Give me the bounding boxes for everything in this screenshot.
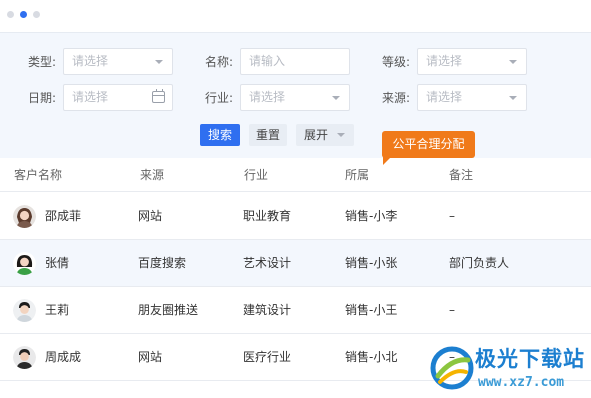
customer-owner: 销售-小北 — [345, 350, 398, 364]
calendar-icon — [152, 89, 165, 103]
column-header-customer[interactable]: 客户名称 — [14, 168, 62, 182]
reset-button[interactable]: 重置 — [249, 124, 287, 146]
chevron-down-icon — [509, 60, 517, 64]
column-header-note[interactable]: 备注 — [449, 168, 473, 182]
chevron-down-icon — [337, 133, 345, 137]
level-select-value: 请选择 — [426, 54, 463, 68]
customer-name: 张倩 — [45, 256, 70, 270]
customer-note: – — [449, 209, 455, 223]
date-picker[interactable]: 请选择 — [63, 84, 173, 111]
tooltip-pointer — [383, 157, 391, 165]
type-select[interactable]: 请选择 — [63, 48, 173, 75]
customer-note: – — [449, 303, 455, 317]
column-header-source[interactable]: 来源 — [140, 168, 164, 182]
column-header-owner[interactable]: 所属 — [345, 168, 369, 182]
date-label: 日期: — [28, 91, 57, 105]
avatar — [13, 299, 36, 322]
industry-select[interactable]: 请选择 — [240, 84, 350, 111]
customer-industry: 建筑设计 — [243, 303, 292, 317]
customer-industry: 艺术设计 — [243, 256, 292, 270]
watermark-url: www.xz7.com — [478, 375, 565, 390]
source-select-value: 请选择 — [426, 90, 463, 104]
name-input[interactable]: 请输入 — [240, 48, 350, 75]
customer-source: 网站 — [138, 209, 163, 223]
expand-button[interactable]: 展开 — [296, 124, 354, 146]
customer-name: 周成成 — [45, 350, 82, 364]
site-logo-icon — [430, 346, 474, 390]
customer-note: 部门负责人 — [449, 256, 510, 270]
chevron-down-icon — [509, 96, 517, 100]
window-dot-1[interactable] — [7, 11, 14, 18]
level-select[interactable]: 请选择 — [417, 48, 527, 75]
industry-select-value: 请选择 — [249, 90, 286, 104]
customer-industry: 职业教育 — [243, 209, 292, 223]
level-label: 等级: — [382, 55, 411, 69]
window-title-bar — [0, 0, 591, 32]
customer-source: 百度搜索 — [138, 256, 187, 270]
chevron-down-icon — [332, 96, 340, 100]
customer-source: 网站 — [138, 350, 163, 364]
allocation-tooltip: 公平合理分配 — [382, 131, 475, 158]
watermark-title: 极光下载站 — [475, 347, 585, 371]
window-dot-3[interactable] — [33, 11, 40, 18]
name-input-placeholder: 请输入 — [249, 54, 286, 68]
watermark: 极光下载站 www.xz7.com — [430, 344, 590, 398]
expand-button-label: 展开 — [304, 128, 329, 142]
window-dot-2[interactable] — [20, 11, 27, 18]
table-row[interactable]: 王莉 朋友圈推送 建筑设计 销售-小王 – — [0, 287, 591, 334]
date-picker-value: 请选择 — [72, 90, 109, 104]
chevron-down-icon — [155, 60, 163, 64]
customer-industry: 医疗行业 — [243, 350, 292, 364]
avatar — [13, 252, 36, 275]
search-button[interactable]: 搜索 — [200, 124, 240, 146]
table-header: 客户名称 来源 行业 所属 备注 — [0, 158, 591, 192]
avatar — [13, 346, 36, 369]
customer-owner: 销售-小王 — [345, 303, 398, 317]
table-row[interactable]: 张倩 百度搜索 艺术设计 销售-小张 部门负责人 — [0, 240, 591, 287]
source-label: 来源: — [382, 91, 411, 105]
customer-name: 王莉 — [45, 303, 70, 317]
customer-name: 邵成菲 — [45, 209, 82, 223]
customer-source: 朋友圈推送 — [138, 303, 199, 317]
type-select-value: 请选择 — [72, 54, 109, 68]
name-label: 名称: — [205, 55, 234, 69]
customer-owner: 销售-小张 — [345, 256, 398, 270]
customer-owner: 销售-小李 — [345, 209, 398, 223]
industry-label: 行业: — [205, 91, 234, 105]
avatar — [13, 205, 36, 228]
column-header-industry[interactable]: 行业 — [244, 168, 268, 182]
type-label: 类型: — [28, 55, 57, 69]
table-row[interactable]: 邵成菲 网站 职业教育 销售-小李 – — [0, 193, 591, 240]
source-select[interactable]: 请选择 — [417, 84, 527, 111]
